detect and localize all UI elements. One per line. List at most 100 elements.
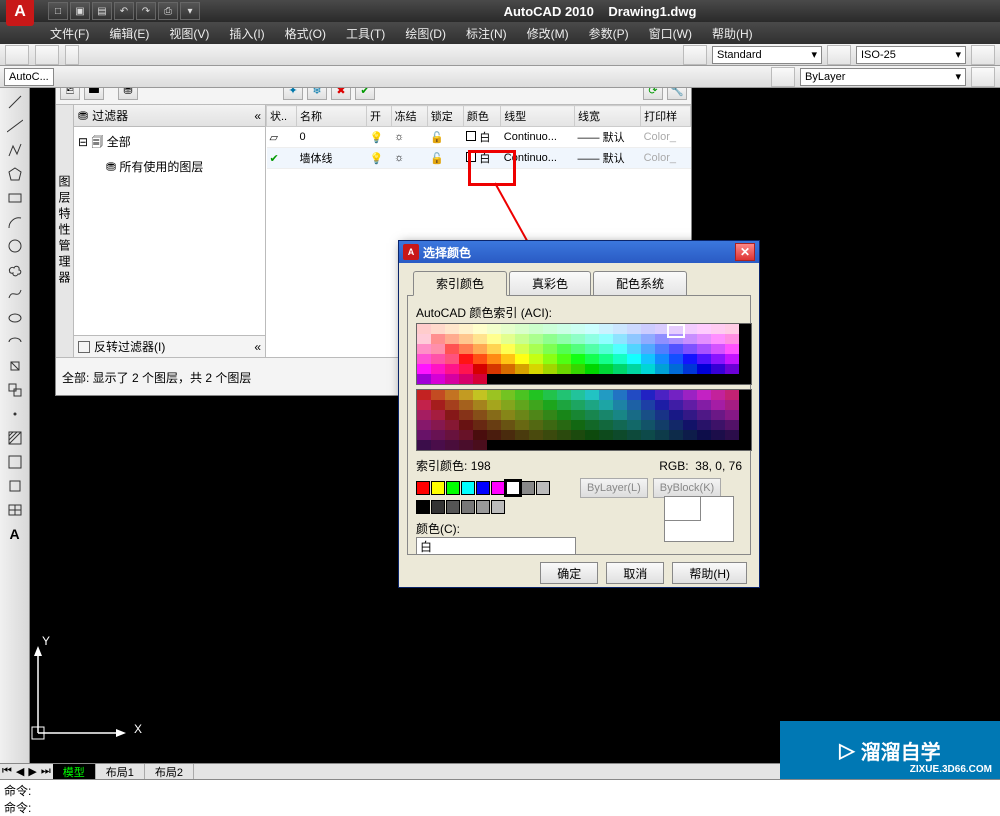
aci-cell[interactable]: [543, 420, 557, 430]
aci-cell[interactable]: [515, 324, 529, 334]
aci-cell[interactable]: [473, 440, 487, 450]
color-dialog-title[interactable]: A 选择颜色 ✕: [399, 241, 759, 263]
aci-cell[interactable]: [515, 390, 529, 400]
menu-help[interactable]: 帮助(H): [702, 23, 763, 44]
aci-cell[interactable]: [655, 390, 669, 400]
bulb-icon[interactable]: 💡: [367, 127, 392, 148]
aci-cell[interactable]: [613, 364, 627, 374]
qat-open-icon[interactable]: ▣: [70, 2, 90, 20]
aci-cell[interactable]: [571, 390, 585, 400]
menu-param[interactable]: 参数(P): [579, 23, 639, 44]
gray-4[interactable]: [476, 500, 490, 514]
aci-cell[interactable]: [431, 324, 445, 334]
aci-cell[interactable]: [459, 400, 473, 410]
gray-5[interactable]: [491, 500, 505, 514]
aci-cell[interactable]: [571, 364, 585, 374]
aci-cell[interactable]: [697, 430, 711, 440]
menu-modify[interactable]: 修改(M): [517, 23, 579, 44]
ellipse-icon[interactable]: [3, 307, 27, 329]
aci-cell[interactable]: [543, 344, 557, 354]
aci-cell[interactable]: [515, 410, 529, 420]
aci-cell[interactable]: [641, 364, 655, 374]
polygon-icon[interactable]: [3, 163, 27, 185]
aci-cell[interactable]: [459, 440, 473, 450]
aci-cell[interactable]: [515, 344, 529, 354]
aci-cell[interactable]: [529, 334, 543, 344]
aci-cell[interactable]: [473, 364, 487, 374]
aci-cell[interactable]: [543, 390, 557, 400]
table-icon[interactable]: [3, 499, 27, 521]
rb-open-icon[interactable]: [35, 45, 59, 65]
menu-insert[interactable]: 插入(I): [219, 23, 274, 44]
hatch-icon[interactable]: [3, 427, 27, 449]
aci-cell[interactable]: [711, 334, 725, 344]
aci-cell[interactable]: [585, 400, 599, 410]
aci-cell[interactable]: [473, 420, 487, 430]
aci-cell[interactable]: [627, 344, 641, 354]
layer-row-current[interactable]: ✔ 墙体线 💡 ☼ 🔓 白 Continuo... —— 默认 Color_: [267, 148, 691, 169]
dimstyle-combo[interactable]: ISO-25▾: [856, 46, 966, 64]
aci-cell[interactable]: [529, 324, 543, 334]
col-color[interactable]: 颜色: [463, 106, 500, 127]
aci-cell[interactable]: [571, 354, 585, 364]
aci-cell[interactable]: [613, 354, 627, 364]
aci-cell[interactable]: [683, 390, 697, 400]
qat-undo-icon[interactable]: ↶: [114, 2, 134, 20]
block-icon[interactable]: [3, 355, 27, 377]
aci-cell[interactable]: [711, 344, 725, 354]
base-green[interactable]: [446, 481, 460, 495]
aci-cell[interactable]: [501, 344, 515, 354]
aci-cell[interactable]: [459, 364, 473, 374]
aci-cell[interactable]: [557, 334, 571, 344]
tab-nav-last-icon[interactable]: ⏭: [39, 765, 53, 778]
aci-cell[interactable]: [599, 364, 613, 374]
aci-cell[interactable]: [571, 420, 585, 430]
qat-print-icon[interactable]: ⎙: [158, 2, 178, 20]
aci-cell[interactable]: [459, 410, 473, 420]
cell-lwt[interactable]: —— 默认: [575, 148, 641, 169]
command-area[interactable]: 命令: 命令:: [0, 779, 1000, 815]
aci-cell[interactable]: [669, 344, 683, 354]
bylayer-button[interactable]: ByLayer(L): [580, 478, 648, 498]
color-combo[interactable]: ByLayer▾: [800, 68, 966, 86]
aci-cell[interactable]: [641, 344, 655, 354]
menu-dim[interactable]: 标注(N): [456, 23, 517, 44]
aci-cell[interactable]: [501, 324, 515, 334]
aci-cell[interactable]: [417, 344, 431, 354]
aci-cell[interactable]: [725, 344, 739, 354]
aci-cell[interactable]: [473, 354, 487, 364]
menu-format[interactable]: 格式(O): [275, 23, 336, 44]
col-name[interactable]: 名称: [297, 106, 367, 127]
arc-icon[interactable]: [3, 211, 27, 233]
aci-cell[interactable]: [669, 354, 683, 364]
aci-cell[interactable]: [431, 354, 445, 364]
aci-cell[interactable]: [487, 400, 501, 410]
aci-cell[interactable]: [459, 344, 473, 354]
aci-cell[interactable]: [431, 400, 445, 410]
aci-cell[interactable]: [543, 410, 557, 420]
aci-cell[interactable]: [445, 324, 459, 334]
aci-cell[interactable]: [529, 344, 543, 354]
aci-cell[interactable]: [557, 324, 571, 334]
aci-cell[interactable]: [417, 334, 431, 344]
aci-cell[interactable]: [557, 354, 571, 364]
aci-cell[interactable]: [697, 390, 711, 400]
aci-cell[interactable]: [501, 430, 515, 440]
base-cyan[interactable]: [461, 481, 475, 495]
qat-more-icon[interactable]: ▾: [180, 2, 200, 20]
aci-cell[interactable]: [459, 324, 473, 334]
aci-cell[interactable]: [571, 334, 585, 344]
aci-cell[interactable]: [599, 420, 613, 430]
aci-cell[interactable]: [543, 354, 557, 364]
aci-cell[interactable]: [543, 334, 557, 344]
base-magenta[interactable]: [491, 481, 505, 495]
aci-cell[interactable]: [417, 420, 431, 430]
aci-cell[interactable]: [711, 410, 725, 420]
aci-cell[interactable]: [417, 410, 431, 420]
tab-model[interactable]: 模型: [53, 764, 96, 780]
menu-tools[interactable]: 工具(T): [336, 23, 395, 44]
aci-cell[interactable]: [725, 334, 739, 344]
aci-cell[interactable]: [515, 420, 529, 430]
aci-cell[interactable]: [683, 324, 697, 334]
aci-cell[interactable]: [655, 364, 669, 374]
